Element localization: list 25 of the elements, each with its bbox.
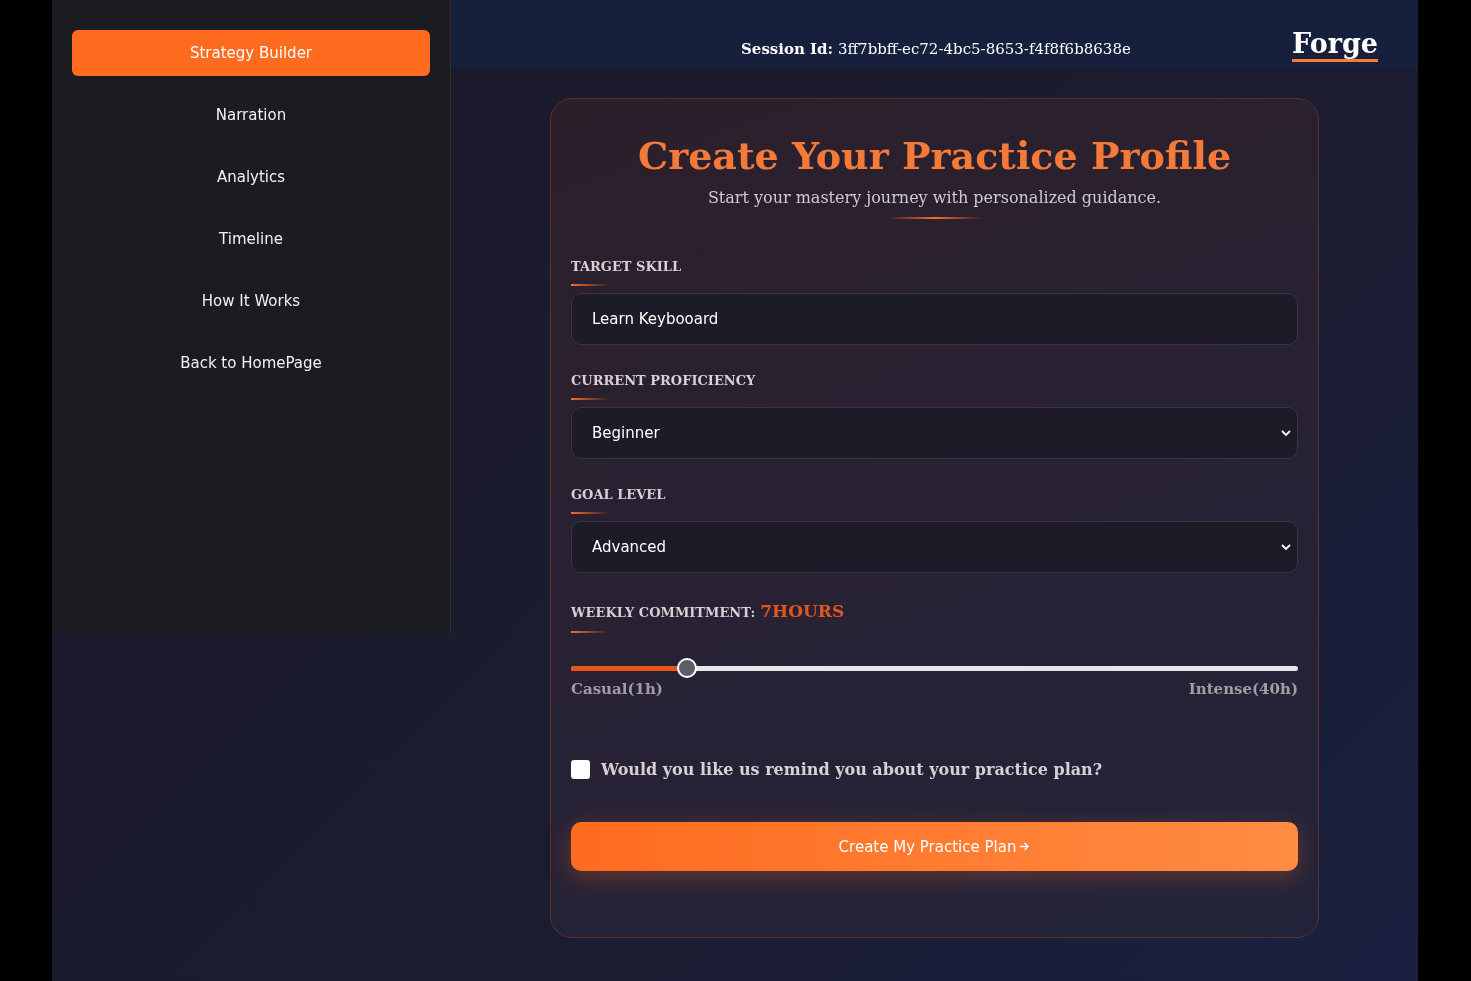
session-id-text: Session Id: 3ff7bbff-ec72-4bc5-8653-f4f8f6b8638e xyxy=(741,40,1131,58)
slider-min-label: Casual(1h) xyxy=(571,680,663,698)
field-label: CURRENT PROFICIENCY xyxy=(571,373,757,388)
nav-item[interactable]: Narration xyxy=(72,92,430,138)
chevron-down-icon xyxy=(1281,429,1291,437)
nav-item[interactable]: Timeline xyxy=(72,216,430,262)
commitment-value: 7HOURS xyxy=(760,601,845,621)
chevron-down-icon xyxy=(1281,543,1291,551)
arrow-right-icon xyxy=(1019,841,1031,852)
commitment-slider[interactable] xyxy=(571,658,1298,678)
nav-item[interactable]: Back to HomePage xyxy=(72,340,430,386)
nav-item[interactable]: How It Works xyxy=(72,278,430,324)
select-field[interactable]: Beginner xyxy=(571,407,1298,459)
logo[interactable]: Forge xyxy=(1292,29,1378,62)
field-label: GOAL LEVEL xyxy=(571,487,667,502)
reminder-label: Would you like us remind you about your practice plan? xyxy=(601,760,1103,779)
field-label: WEEKLY COMMITMENT: xyxy=(571,605,756,620)
nav-item[interactable]: Analytics xyxy=(72,154,430,200)
field-label: TARGET SKILL xyxy=(571,259,683,274)
select-field[interactable]: Advanced xyxy=(571,521,1298,573)
text-input[interactable]: Learn Keybooard xyxy=(571,293,1298,345)
form-title: Create Your Practice Profile xyxy=(636,133,1233,178)
checkbox[interactable] xyxy=(571,760,590,779)
form-subtitle: Start your mastery journey with personalized guidance. xyxy=(706,188,1163,207)
slider-max-label: Intense(40h) xyxy=(1188,680,1298,698)
